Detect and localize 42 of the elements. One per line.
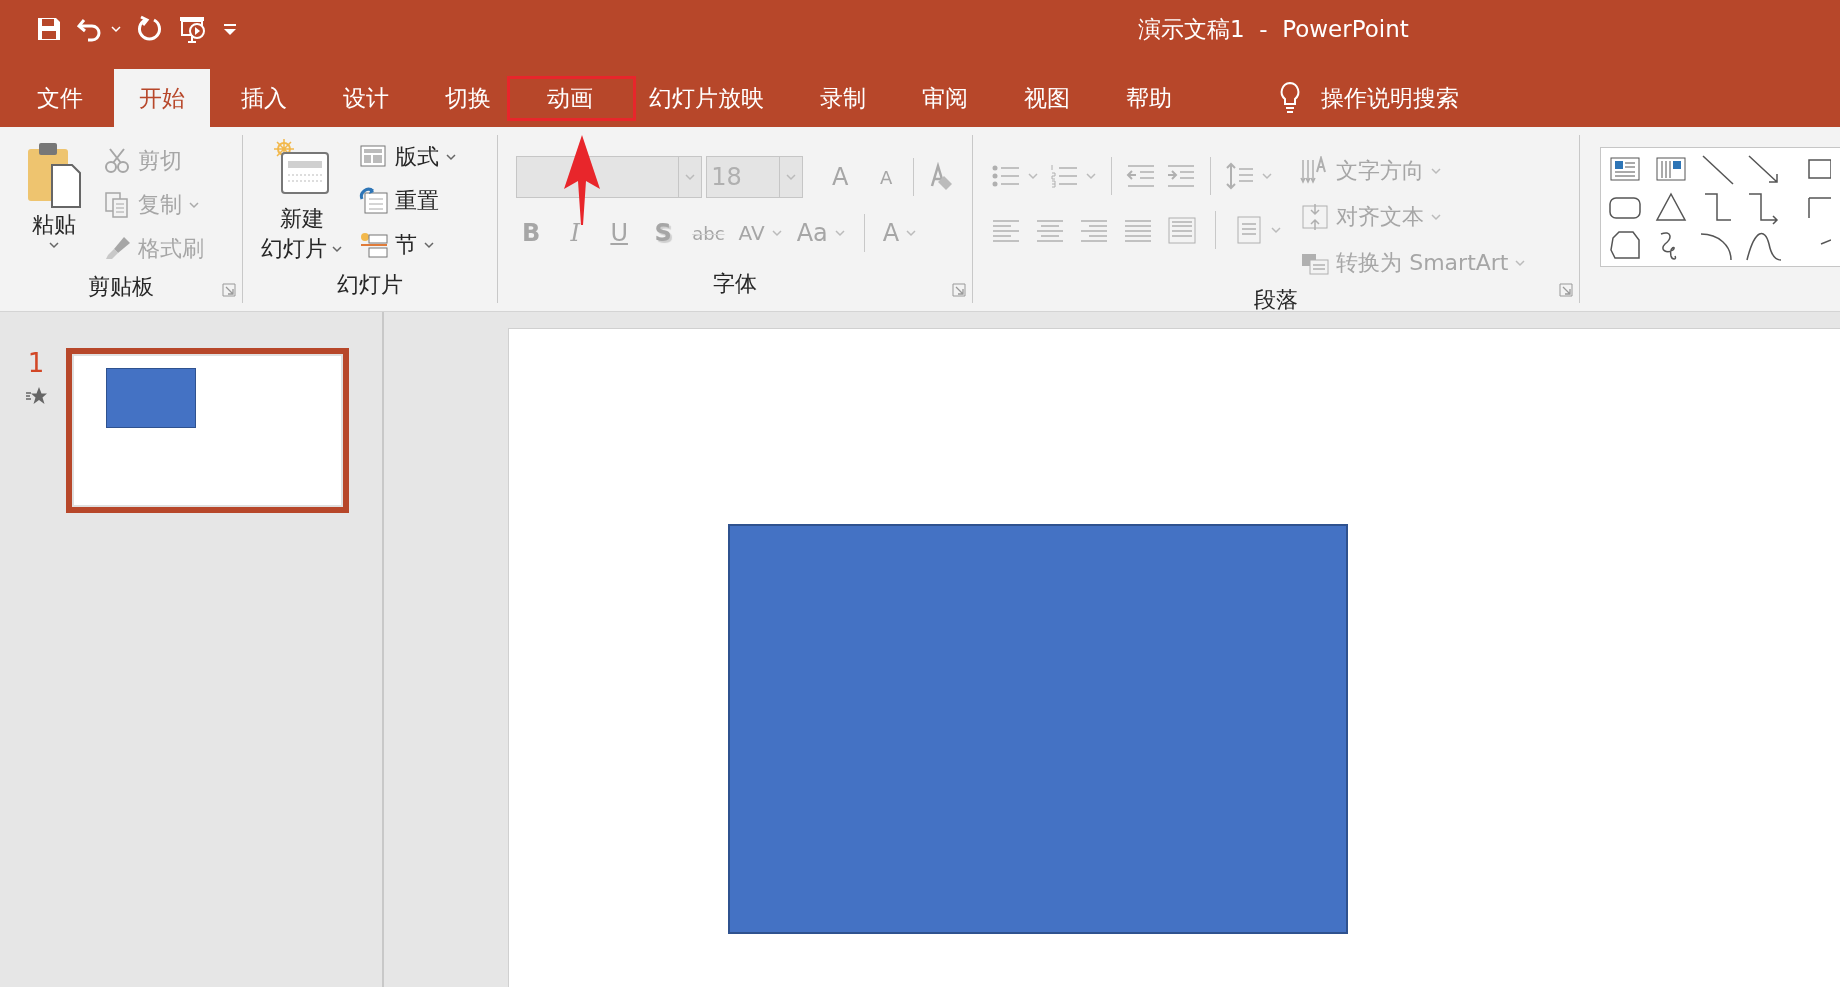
ribbon-button[interactable]: 节 (359, 223, 458, 267)
caret-icon (1027, 172, 1040, 180)
paste-button[interactable]: 粘贴 (26, 135, 82, 271)
ribbon-tab[interactable]: 切换 (420, 69, 516, 127)
caret-icon (1270, 226, 1283, 234)
tell-me-button[interactable]: 操作说明搜索 (1273, 69, 1465, 127)
caret-icon (1085, 172, 1098, 180)
ribbon-tab[interactable]: 开始 (114, 69, 210, 127)
ribbon-button[interactable]: 版式 (359, 135, 458, 179)
ribbon-tab[interactable]: 帮助 (1101, 69, 1197, 127)
ribbon-tab[interactable]: 设计 (318, 69, 414, 127)
presentation-play-icon[interactable] (178, 14, 208, 44)
ribbon-tab[interactable]: 插入 (216, 69, 312, 127)
group-label: 段落 (1253, 286, 1300, 314)
slide-number: 1 (27, 348, 45, 378)
ribbon-tab[interactable]: 文件 (12, 69, 108, 127)
ribbon-tab[interactable]: 幻灯片放映 (624, 69, 789, 127)
customize-toolbar-icon[interactable] (222, 22, 238, 36)
window-title: 演示文稿1 - PowerPoint (1138, 15, 1409, 44)
caret-icon (1261, 172, 1274, 180)
save-icon[interactable] (36, 16, 62, 42)
dialog-launcher-icon[interactable] (222, 283, 237, 297)
group-label: 剪贴板 (87, 273, 156, 301)
caret-icon (684, 173, 697, 181)
section-icon (359, 231, 390, 259)
ribbon-tab[interactable]: 录制 (795, 69, 891, 127)
lightbulb-icon (1279, 81, 1301, 115)
ribbon-tab[interactable]: 动画 (522, 69, 618, 127)
ribbon-tab[interactable]: 视图 (999, 69, 1095, 127)
caret-icon (785, 173, 798, 181)
reset-icon (359, 187, 390, 215)
slide-thumbnail[interactable] (66, 348, 349, 513)
scissors-icon (104, 147, 132, 175)
ribbon-button[interactable]: 重置 (359, 179, 458, 223)
align-text-icon (1300, 202, 1331, 232)
caret-icon (110, 25, 122, 33)
repeat-icon[interactable] (136, 15, 164, 43)
new-slide-button[interactable]: 新建 幻灯片 (261, 135, 344, 267)
group-label: 幻灯片 (336, 271, 405, 299)
group-label: 字体 (712, 270, 759, 298)
ribbon-tab[interactable]: 审阅 (897, 69, 993, 127)
clipboard-icon (26, 141, 82, 209)
